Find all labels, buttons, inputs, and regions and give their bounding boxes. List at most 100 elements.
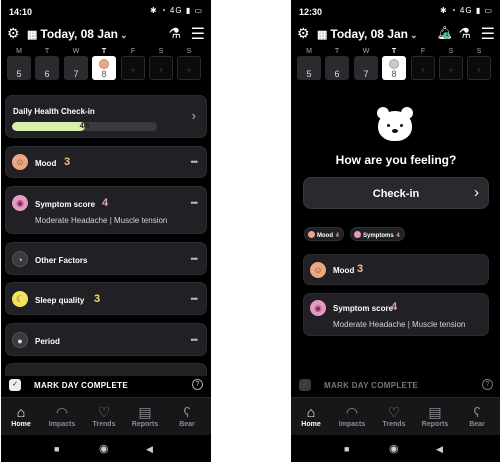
plus-icon: + xyxy=(121,56,145,80)
tab-bear[interactable]: ʕ Bear xyxy=(457,403,497,428)
day-number: 7 xyxy=(64,56,88,80)
chevron-down-icon: ⌄ xyxy=(120,30,128,40)
back-icon[interactable]: ◀ xyxy=(436,444,443,455)
more-icon[interactable]: ••• xyxy=(191,254,199,264)
day-sun[interactable]: S + xyxy=(467,47,491,81)
system-nav-bar: ■ ◉ ◀ xyxy=(1,437,211,462)
daily-checkin-card[interactable]: Daily Health Check-in 4/8 › xyxy=(5,95,207,138)
day-wed[interactable]: W7 xyxy=(64,47,88,81)
day-letter: M xyxy=(306,48,312,55)
day-sat[interactable]: S + xyxy=(439,47,463,81)
plus-icon: + xyxy=(411,56,435,80)
gear-icon[interactable]: ⚙ xyxy=(7,25,20,42)
day-letter: T xyxy=(101,48,107,55)
date-label: Today, 08 Jan xyxy=(40,27,118,41)
help-icon[interactable]: ? xyxy=(482,379,493,390)
list-menu-icon[interactable]: ☰ xyxy=(481,24,495,44)
bear-nose xyxy=(392,129,398,133)
sleep-quality-card[interactable]: ☾ Sleep quality 3 ••• xyxy=(5,282,207,315)
tab-reports[interactable]: ▤ Reports xyxy=(125,403,165,428)
mark-day-toggle[interactable]: ✓ xyxy=(299,379,311,391)
day-wed[interactable]: W7 xyxy=(354,47,378,81)
date-selector[interactable]: ▦ Today, 08 Jan ⌄ xyxy=(27,27,128,41)
more-icon[interactable]: ••• xyxy=(191,157,199,167)
recents-icon[interactable]: ■ xyxy=(344,444,349,454)
tab-bear[interactable]: ʕ Bear xyxy=(167,403,207,428)
plus-icon: + xyxy=(439,56,463,80)
more-icon[interactable]: ••• xyxy=(191,198,199,208)
day-number: 8 xyxy=(101,69,107,79)
day-sun[interactable]: S + xyxy=(177,47,201,81)
symptom-detail: Moderate Headache | Muscle tension xyxy=(35,216,168,225)
gear-icon[interactable]: ⚙ xyxy=(297,25,310,42)
checkin-button[interactable]: Check-in › xyxy=(303,177,489,209)
symptoms-chip[interactable]: Symptoms 4 xyxy=(350,227,405,241)
tab-impacts[interactable]: ◠ Impacts xyxy=(332,403,372,428)
day-letter: T xyxy=(391,48,397,55)
mood-card[interactable]: ☺ Mood 3 xyxy=(303,254,489,285)
week-strip: M5 T6 W7 T8 F + S + S + xyxy=(7,47,205,81)
day-mon[interactable]: M5 xyxy=(297,47,321,81)
list-menu-icon[interactable]: ☰ xyxy=(191,24,205,44)
tab-label: Home xyxy=(301,421,321,428)
period-card[interactable]: ● Period ••• xyxy=(5,323,207,356)
symptom-icon: ◉ xyxy=(12,195,28,211)
day-letter: T xyxy=(334,48,340,55)
day-letter: S xyxy=(448,48,454,55)
mood-face-icon xyxy=(99,59,109,69)
recents-icon[interactable]: ■ xyxy=(54,444,59,454)
book-icon: ▤ xyxy=(138,404,152,420)
tab-reports[interactable]: ▤ Reports xyxy=(415,403,455,428)
home-icon: ⌂ xyxy=(16,404,26,420)
day-number: 5 xyxy=(7,56,31,80)
flask-icon[interactable]: ⚗ xyxy=(168,25,181,42)
more-icon[interactable]: ••• xyxy=(191,294,199,304)
chip-value: 4 xyxy=(396,233,400,239)
sleep-title: Sleep quality xyxy=(35,296,85,305)
day-tue[interactable]: T6 xyxy=(325,47,349,81)
home-circle-icon[interactable]: ◉ xyxy=(389,442,399,455)
gauge-icon: ◠ xyxy=(345,404,359,420)
help-icon[interactable]: ? xyxy=(192,379,203,390)
chevron-right-icon: › xyxy=(474,184,479,201)
mood-card[interactable]: ☺ Mood 3 ••• xyxy=(5,146,207,178)
checkin-card-title: Daily Health Check-in xyxy=(13,107,95,116)
notification-badge: 1 xyxy=(443,32,451,39)
flask-icon[interactable]: ⚗ xyxy=(458,25,471,42)
day-letter: S xyxy=(476,48,482,55)
mood-value: 3 xyxy=(357,263,364,275)
factors-icon: ◔ xyxy=(12,251,28,267)
home-screen-left: 14:10 ✱ ◔ 4G ▮ ▭ ⚙ ▦ Today, 08 Jan ⌄ ⚗ ☰ M… xyxy=(1,0,211,462)
mark-day-toggle[interactable]: ✓ xyxy=(9,379,21,391)
home-circle-icon[interactable]: ◉ xyxy=(99,442,109,455)
day-mon[interactable]: M5 xyxy=(7,47,31,81)
day-letter: S xyxy=(186,48,192,55)
tab-label: Reports xyxy=(421,421,449,428)
day-fri[interactable]: F + xyxy=(121,47,145,81)
day-sat[interactable]: S + xyxy=(149,47,173,81)
chevron-right-icon: › xyxy=(191,108,196,123)
tab-impacts[interactable]: ◠ Impacts xyxy=(42,403,82,428)
more-icon[interactable]: ••• xyxy=(191,335,199,345)
symptom-title: Symptom score xyxy=(35,200,96,209)
status-icons: ✱ ◔ 4G ▮ ▭ xyxy=(439,6,493,15)
date-selector[interactable]: ▦ Today, 08 Jan ⌄ xyxy=(317,27,418,41)
bell-icon[interactable]: 🔔︎1 xyxy=(436,25,453,41)
day-tue[interactable]: T6 xyxy=(35,47,59,81)
empty-face-icon xyxy=(389,59,399,69)
tab-home[interactable]: ⌂ Home xyxy=(1,403,41,428)
symptom-card[interactable]: ◉ Symptom score 4 ••• Moderate Headache … xyxy=(5,186,207,234)
tab-trends[interactable]: ♡ Trends xyxy=(374,403,414,428)
back-icon[interactable]: ◀ xyxy=(146,444,153,455)
progress-text: 4/8 xyxy=(79,123,90,130)
tab-label: Reports xyxy=(131,421,159,428)
mood-chip[interactable]: Mood 4 xyxy=(304,227,345,241)
day-fri[interactable]: F + xyxy=(411,47,435,81)
day-thu-selected[interactable]: T8 xyxy=(92,47,116,81)
tab-trends[interactable]: ♡ Trends xyxy=(84,403,124,428)
symptom-icon: ◉ xyxy=(310,300,326,316)
other-factors-card[interactable]: ◔ Other Factors ••• xyxy=(5,242,207,275)
day-thu-selected[interactable]: T8 xyxy=(382,47,406,81)
symptom-card[interactable]: ◉ Symptom score 4 Moderate Headache | Mu… xyxy=(303,293,489,336)
tab-home[interactable]: ⌂ Home xyxy=(291,403,331,428)
